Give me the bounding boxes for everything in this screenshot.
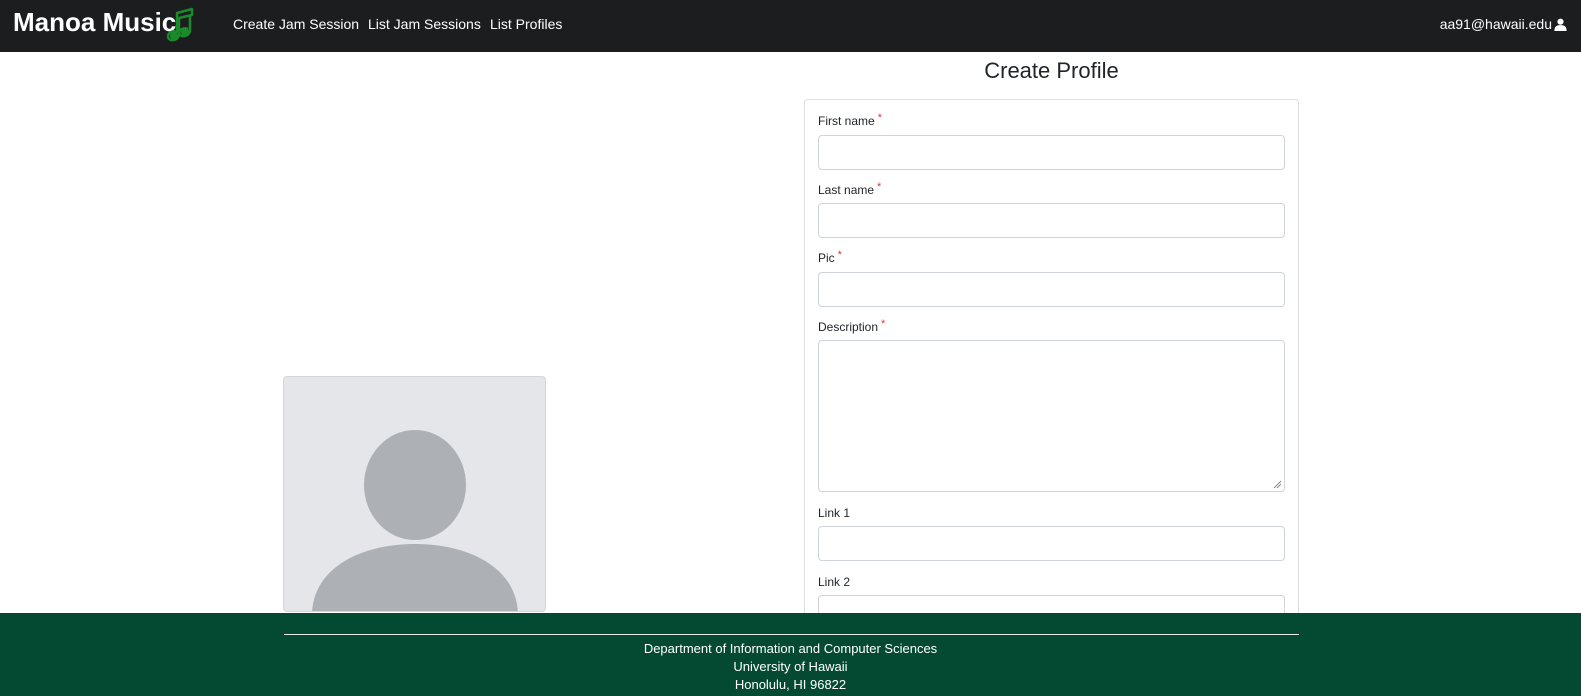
nav-list-profiles[interactable]: List Profiles — [490, 15, 562, 33]
first-name-input[interactable] — [818, 135, 1285, 170]
nav-list-jam-sessions[interactable]: List Jam Sessions — [368, 15, 481, 33]
description-label: Description * — [818, 318, 886, 334]
link-2-label: Link 2 — [818, 575, 851, 589]
link-1-input[interactable] — [818, 526, 1285, 561]
footer-address: Honolulu, HI 96822 — [734, 677, 847, 692]
user-email: aa91@hawaii.edu — [1439, 16, 1552, 32]
footer: Department of Information and Computer S… — [0, 613, 1581, 696]
required-marker: * — [877, 112, 882, 124]
pic-input[interactable] — [818, 272, 1285, 307]
user-icon — [1554, 18, 1567, 31]
top-navbar: Manoa Music Create Jam Session List Jam … — [0, 0, 1581, 52]
link-1-label: Link 1 — [818, 506, 851, 520]
footer-university: University of Hawaii — [733, 659, 848, 674]
music-note-icon[interactable] — [166, 7, 196, 43]
first-name-label: First name * — [818, 112, 882, 128]
create-profile-form: First name * Last name * Pic * Description *… — [804, 99, 1299, 630]
profile-image-placeholder — [283, 376, 546, 612]
last-name-input[interactable] — [818, 203, 1285, 238]
user-menu[interactable]: aa91@hawaii.edu — [1440, 15, 1567, 33]
brand-link[interactable]: Manoa Music — [13, 5, 176, 39]
last-name-label: Last name * — [818, 181, 882, 197]
nav-create-jam-session[interactable]: Create Jam Session — [233, 15, 359, 33]
required-marker: * — [837, 249, 842, 261]
description-textarea[interactable] — [818, 340, 1285, 492]
page-title: Create Profile — [984, 58, 1119, 83]
required-marker: * — [881, 318, 886, 330]
pic-label: Pic * — [818, 249, 842, 265]
default-avatar-icon — [312, 430, 518, 611]
resize-handle-icon[interactable] — [1273, 480, 1282, 489]
required-marker: * — [877, 181, 882, 193]
footer-department: Department of Information and Computer S… — [643, 641, 938, 656]
footer-divider — [284, 634, 1299, 635]
